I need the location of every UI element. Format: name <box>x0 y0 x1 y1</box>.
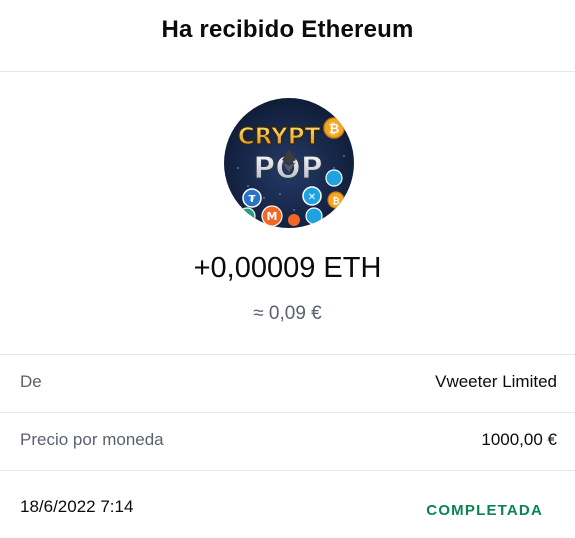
status-badge: COMPLETADA <box>426 502 543 519</box>
received-amount: +0,00009 ETH <box>193 252 382 284</box>
header: Ha recibido Ethereum <box>0 0 575 72</box>
price-value: 1000,00 € <box>481 430 557 449</box>
svg-text:₿: ₿ <box>329 122 340 137</box>
svg-text:M: M <box>267 210 278 223</box>
from-row: De Vweeter Limited <box>20 368 557 398</box>
transaction-date: 18/6/2022 7:14 <box>20 497 134 516</box>
divider <box>0 470 575 471</box>
price-label: Precio por moneda <box>20 430 164 449</box>
from-label: De <box>20 372 42 391</box>
divider <box>0 354 575 355</box>
from-value: Vweeter Limited <box>435 372 557 391</box>
page-title: Ha recibido Ethereum <box>161 16 414 43</box>
price-row: Precio por moneda 1000,00 € <box>20 426 557 456</box>
svg-text:CRYPT: CRYPT <box>238 124 321 150</box>
crypto-pop-logo-icon: ₿ CRYPT POP ₮ M ✕ ₿ <box>224 98 354 228</box>
svg-text:₮: ₮ <box>249 194 256 205</box>
fiat-value: ≈ 0,09 € <box>253 303 322 324</box>
svg-text:✕: ✕ <box>308 192 316 203</box>
divider <box>0 412 575 413</box>
svg-text:₿: ₿ <box>332 196 339 207</box>
